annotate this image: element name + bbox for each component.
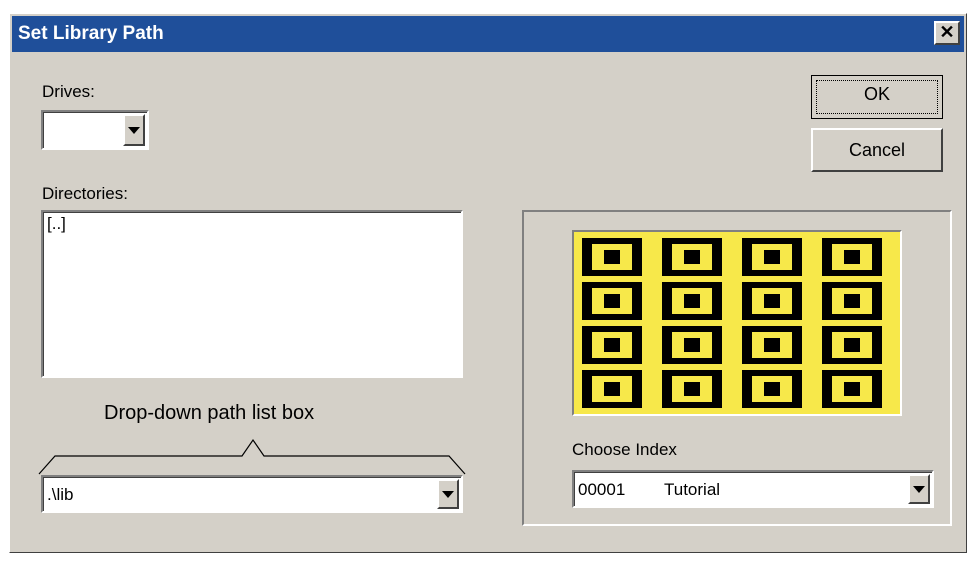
thumbnail-tile [822, 282, 882, 320]
index-preview-panel: Choose Index 00001 Tutorial [522, 210, 952, 526]
path-dropdown[interactable]: .\lib [41, 475, 463, 513]
thumbnail-tile [822, 238, 882, 276]
focus-rect [816, 80, 938, 114]
list-item[interactable]: [..] [47, 214, 66, 234]
thumbnail-tile [742, 282, 802, 320]
index-name: Tutorial [664, 480, 721, 499]
thumbnail-tile [742, 326, 802, 364]
drives-dropdown[interactable] [41, 110, 149, 150]
set-library-path-dialog: Set Library Path ✕ Drives: Directories: … [9, 13, 967, 553]
cancel-label: Cancel [848, 140, 906, 160]
thumbnail-tile [662, 326, 722, 364]
drives-dropdown-button[interactable] [123, 114, 145, 146]
thumbnail-tile [822, 370, 882, 408]
directories-listbox[interactable]: [..] [41, 210, 463, 378]
library-thumbnails-image [572, 230, 902, 416]
thumbnail-tile [822, 326, 882, 364]
chevron-down-icon [128, 126, 140, 134]
cancel-button[interactable]: Cancel [811, 128, 943, 172]
thumbnail-tile [662, 282, 722, 320]
path-dropdown-button[interactable] [437, 479, 459, 509]
annotation-brace [38, 438, 466, 475]
thumbnail-tile [742, 370, 802, 408]
directories-label: Directories: [42, 184, 128, 203]
index-number: 00001 [578, 480, 626, 499]
close-icon: ✕ [939, 22, 955, 42]
dialog-title: Set Library Path [18, 23, 164, 44]
thumbnail-tile [582, 370, 642, 408]
ok-button[interactable]: OK [811, 75, 943, 119]
choose-index-label: Choose Index [572, 440, 677, 459]
annotation-label: Drop-down path list box [104, 402, 315, 424]
chevron-down-icon [913, 485, 925, 493]
title-bar: Set Library Path ✕ [12, 16, 964, 52]
chevron-down-icon [442, 490, 454, 498]
index-dropdown-button[interactable] [908, 474, 930, 504]
close-button[interactable]: ✕ [934, 21, 960, 45]
thumbnail-tile [662, 238, 722, 276]
thumbnail-tile [582, 238, 642, 276]
drives-label: Drives: [42, 82, 95, 101]
thumbnail-tile [742, 238, 802, 276]
thumbnail-tile [582, 282, 642, 320]
path-value: .\lib [47, 485, 74, 504]
thumbnail-tile [582, 326, 642, 364]
index-dropdown[interactable]: 00001 Tutorial [572, 470, 934, 508]
thumbnail-tile [662, 370, 722, 408]
